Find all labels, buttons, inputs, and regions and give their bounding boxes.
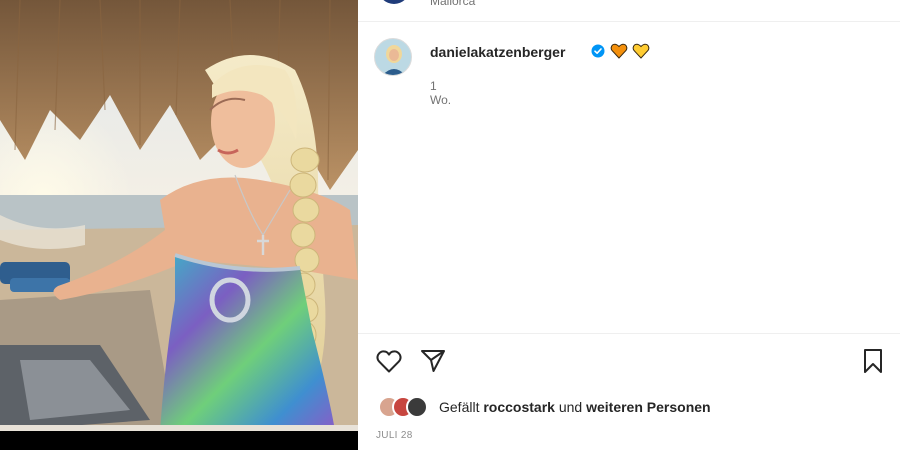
verified-badge-icon	[591, 44, 605, 63]
others-likes-link[interactable]: weiteren Personen	[586, 399, 711, 415]
post-time-ago[interactable]: 1 Wo.	[430, 79, 451, 107]
heart-emojis	[610, 43, 650, 59]
share-button[interactable]	[418, 346, 448, 376]
post-photo-illustration	[0, 0, 358, 431]
post-date[interactable]: JULI 28	[376, 430, 413, 441]
liker-username-link[interactable]: roccostark	[483, 399, 555, 415]
liker-avatars[interactable]	[378, 396, 434, 418]
save-button[interactable]	[858, 346, 888, 376]
username-link[interactable]: danielakatzenberger	[430, 44, 565, 60]
bookmark-icon	[864, 349, 882, 373]
likes-conjunction: und	[558, 399, 583, 415]
likes-prefix: Gefällt	[439, 399, 480, 415]
paper-plane-icon	[421, 350, 445, 372]
likes-text: Gefällt roccostark und weiteren Personen	[439, 399, 711, 415]
heart-icon	[376, 350, 402, 373]
location-link[interactable]: Mallorca	[430, 0, 475, 8]
caption-text: 🧡💛	[610, 42, 652, 65]
media-bottom-bar	[0, 431, 358, 450]
liker-avatar	[406, 396, 428, 418]
avatar-image	[375, 39, 411, 75]
post-photo[interactable]	[0, 0, 358, 431]
instagram-post-view: Mallorca danielakatzenberger 1 Wo. Gefäl…	[0, 0, 900, 450]
post-info-panel: Mallorca danielakatzenberger 1 Wo. Gefäl…	[358, 0, 900, 450]
header-avatar[interactable]	[378, 0, 410, 4]
avatar[interactable]	[374, 38, 412, 76]
post-header: Mallorca	[358, 0, 900, 22]
like-button[interactable]	[374, 346, 404, 376]
action-bar	[358, 346, 900, 378]
divider	[358, 333, 900, 334]
